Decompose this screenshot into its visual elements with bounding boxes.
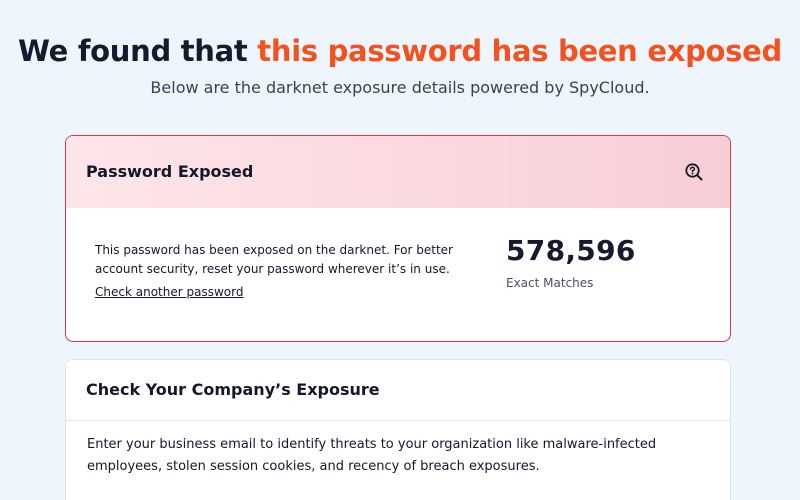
password-exposed-card: Password Exposed This password has been …	[65, 135, 731, 342]
company-exposure-card: Check Your Company’s Exposure Enter your…	[65, 359, 731, 500]
exposure-description: This password has been exposed on the da…	[95, 243, 453, 276]
search-question-icon	[685, 163, 703, 181]
company-exposure-description: Enter your business email to identify th…	[87, 437, 657, 474]
page-headline: We found that this password has been exp…	[0, 34, 800, 68]
company-exposure-title: Check Your Company’s Exposure	[86, 380, 380, 399]
check-another-password-link[interactable]: Check another password	[95, 285, 243, 299]
password-exposed-card-body: This password has been exposed on the da…	[66, 208, 730, 341]
headline-accent: this password has been exposed	[257, 34, 782, 68]
exact-matches-label: Exact Matches	[506, 276, 594, 290]
headline-prefix: We found that	[18, 34, 258, 68]
password-exposed-card-header: Password Exposed	[66, 136, 730, 208]
company-exposure-card-header: Check Your Company’s Exposure	[66, 360, 730, 421]
password-exposed-title: Password Exposed	[86, 162, 254, 181]
page-subtitle: Below are the darknet exposure details p…	[150, 78, 650, 97]
exact-matches-count: 578,596	[506, 234, 636, 267]
